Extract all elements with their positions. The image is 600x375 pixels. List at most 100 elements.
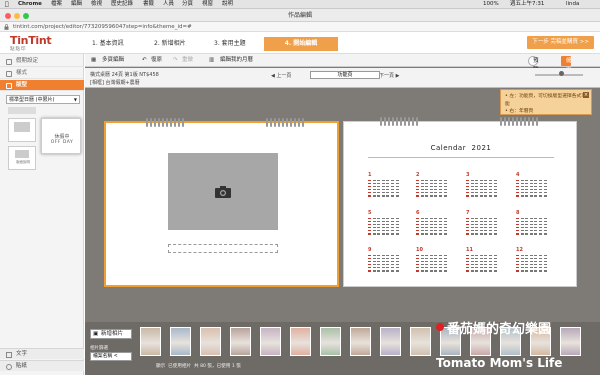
day-mark bbox=[377, 179, 381, 182]
day-mark bbox=[395, 267, 399, 269]
photo-thumbnail[interactable] bbox=[140, 327, 161, 356]
user-name[interactable]: linda bbox=[566, 0, 579, 9]
photo-thumbnail[interactable] bbox=[290, 327, 311, 356]
preview-button[interactable]: 預覽 bbox=[528, 55, 539, 73]
photo-placeholder[interactable] bbox=[168, 153, 278, 230]
day-mark bbox=[372, 260, 376, 263]
day-mark bbox=[434, 185, 438, 188]
sidebar-item-holiday[interactable]: 假期設定 bbox=[0, 56, 84, 67]
photo-thumbnail[interactable] bbox=[230, 327, 251, 356]
right-page-calendar[interactable]: Calendar 2021 1 2 3 4 5 6 7 8 9 10 11 12 bbox=[343, 117, 577, 287]
day-mark bbox=[525, 267, 529, 269]
menu-window[interactable]: 視窗 bbox=[202, 0, 213, 9]
day-mark bbox=[434, 264, 438, 266]
menu-bookmarks[interactable]: 書籤 bbox=[143, 0, 154, 9]
address-bar[interactable]: tintint.com/project/editor/773209596047s… bbox=[0, 22, 600, 32]
month-days bbox=[368, 254, 408, 273]
sidebar-item-text[interactable]: 文字 bbox=[0, 348, 84, 359]
binding-ring bbox=[298, 118, 300, 127]
sidebar-item-style[interactable]: 樣式 bbox=[0, 68, 84, 79]
photo-thumbnail[interactable] bbox=[260, 327, 281, 356]
step-apply-theme[interactable]: 3. 套用主題 bbox=[210, 37, 250, 50]
zoom-window-icon[interactable] bbox=[23, 12, 29, 19]
binding-ring bbox=[290, 118, 292, 127]
photo-thumbnail[interactable] bbox=[350, 327, 371, 356]
layout-thumb-1[interactable] bbox=[8, 118, 36, 142]
day-mark bbox=[479, 195, 483, 197]
next-page-button[interactable]: 下一頁 ▶ bbox=[379, 72, 399, 79]
day-mark bbox=[434, 192, 438, 194]
day-mark bbox=[529, 267, 533, 269]
calendar-month: 8 bbox=[516, 210, 556, 240]
day-mark bbox=[386, 230, 390, 232]
photo-thumbnail[interactable] bbox=[170, 327, 191, 356]
step-add-photos[interactable]: 2. 新增相片 bbox=[150, 37, 190, 50]
step-start-editing[interactable]: 4. 開始編輯 bbox=[264, 37, 338, 51]
day-mark bbox=[381, 254, 385, 257]
photo-thumbnail[interactable] bbox=[320, 327, 341, 356]
photo-thumbnail[interactable] bbox=[410, 327, 431, 356]
menu-tabs[interactable]: 分頁 bbox=[182, 0, 193, 9]
step-basic-info[interactable]: 1. 基本資訊 bbox=[88, 37, 128, 50]
day-mark bbox=[520, 230, 524, 232]
close-window-icon[interactable] bbox=[5, 12, 11, 19]
menu-history[interactable]: 歷史記錄 bbox=[111, 0, 133, 9]
day-mark bbox=[534, 230, 538, 232]
add-photo-button[interactable]: ▣ 新增相片 bbox=[90, 329, 132, 339]
day-mark bbox=[372, 230, 376, 232]
day-mark bbox=[386, 220, 390, 223]
clock[interactable]: 週五上午7:31 bbox=[510, 0, 544, 9]
text-placeholder[interactable] bbox=[168, 244, 278, 253]
save-button[interactable]: 儲存 bbox=[561, 55, 572, 74]
day-mark bbox=[470, 264, 474, 266]
month-days bbox=[466, 217, 506, 236]
sidebar-item-layout[interactable]: 版型 bbox=[0, 80, 84, 91]
redo-button[interactable]: 重做 bbox=[182, 54, 193, 67]
menu-help[interactable]: 說明 bbox=[222, 0, 233, 9]
prev-page-button[interactable]: ◀ 上一頁 bbox=[271, 72, 291, 79]
layout-thumb-2[interactable]: 版面說明 bbox=[8, 146, 36, 170]
binding-ring bbox=[270, 118, 272, 127]
day-mark bbox=[488, 217, 492, 220]
camera-icon[interactable] bbox=[215, 186, 231, 198]
left-page-function[interactable] bbox=[104, 118, 339, 287]
layout-type-select[interactable]: 標準型日曆 (中限片) ▼ bbox=[6, 95, 80, 104]
edit-my-months-button[interactable]: 編輯我的月曆 bbox=[220, 54, 253, 67]
minimize-window-icon[interactable] bbox=[14, 12, 20, 19]
menu-people[interactable]: 人員 bbox=[163, 0, 174, 9]
page-type-select[interactable]: 功能頁 bbox=[310, 71, 380, 79]
day-mark bbox=[416, 267, 419, 269]
day-mark bbox=[479, 230, 483, 232]
day-mark bbox=[420, 195, 424, 197]
day-mark bbox=[416, 185, 419, 188]
day-mark bbox=[368, 223, 371, 226]
day-mark bbox=[416, 254, 419, 257]
day-mark bbox=[538, 257, 542, 260]
day-mark bbox=[470, 233, 474, 235]
menu-file[interactable]: 檔案 bbox=[51, 0, 62, 9]
day-mark bbox=[479, 257, 483, 260]
day-mark bbox=[520, 182, 524, 185]
show-toggle[interactable]: 顯示 bbox=[156, 364, 165, 369]
day-mark bbox=[466, 267, 469, 269]
layout-thumb-offday[interactable]: 休假中 OFF DAY bbox=[41, 118, 81, 154]
day-mark bbox=[525, 185, 529, 188]
photo-thumbnail[interactable] bbox=[380, 327, 401, 356]
day-mark bbox=[538, 223, 542, 226]
multipage-edit-button[interactable]: 多頁編輯 bbox=[102, 54, 124, 67]
zoom-handle[interactable] bbox=[559, 71, 564, 76]
sidebar-item-sticker[interactable]: 貼紙 bbox=[0, 360, 84, 371]
undo-button[interactable]: 復原 bbox=[151, 54, 162, 67]
next-checkout-button[interactable]: 下一步 完稿並購買 >> bbox=[527, 36, 594, 49]
sidebar-item-label: 假期設定 bbox=[16, 58, 39, 64]
menu-app-name[interactable]: Chrome bbox=[18, 0, 42, 9]
close-hint-icon[interactable]: × bbox=[583, 92, 589, 98]
apple-icon[interactable]:  bbox=[5, 0, 9, 9]
day-mark bbox=[484, 179, 488, 182]
day-mark bbox=[516, 185, 519, 188]
photo-filter-select[interactable]: 檔案名稱 < bbox=[90, 352, 132, 361]
photo-thumbnail[interactable] bbox=[200, 327, 221, 356]
menu-edit[interactable]: 編輯 bbox=[71, 0, 82, 9]
menu-view[interactable]: 檢視 bbox=[91, 0, 102, 9]
photo-thumbnail[interactable] bbox=[560, 327, 581, 356]
